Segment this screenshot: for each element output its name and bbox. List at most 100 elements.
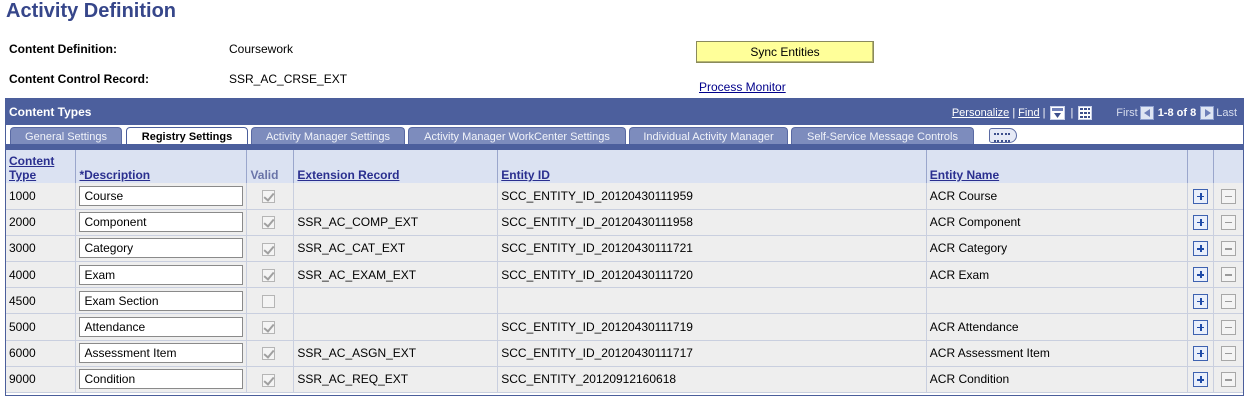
valid-checkbox[interactable] xyxy=(262,295,276,308)
description-input[interactable] xyxy=(79,317,244,338)
process-monitor-link[interactable]: Process Monitor xyxy=(699,80,786,94)
tab-registry-settings[interactable]: Registry Settings xyxy=(126,127,248,145)
description-cell xyxy=(75,209,248,236)
add-row-cell xyxy=(1187,183,1215,210)
entity-id-cell: SCC_ENTITY_ID_20120430111717 xyxy=(497,340,927,367)
minus-icon[interactable] xyxy=(1221,372,1237,388)
description-input[interactable] xyxy=(79,212,244,233)
grid-title: Content Types xyxy=(9,105,92,119)
minus-icon[interactable] xyxy=(1221,188,1237,204)
personalize-link[interactable]: Personalize xyxy=(952,107,1009,119)
tab-self-service-message-controls[interactable]: Self-Service Message Controls xyxy=(791,127,974,145)
description-input[interactable] xyxy=(79,264,244,285)
table-row: 1000 SCC_ENTITY_ID_20120430111959ACR Cour… xyxy=(6,183,1243,210)
valid-checkbox[interactable] xyxy=(262,216,276,230)
minus-icon[interactable] xyxy=(1221,319,1237,335)
plus-icon[interactable] xyxy=(1193,372,1208,388)
valid-checkbox[interactable] xyxy=(262,268,276,282)
arrow-left-icon[interactable] xyxy=(1139,106,1154,120)
find-link[interactable]: Find xyxy=(1018,107,1039,119)
table-row: 4500 xyxy=(6,287,1243,315)
delete-row-cell xyxy=(1213,261,1243,289)
nav-separator: | xyxy=(1042,107,1046,119)
entity-name-cell: ACR Component xyxy=(926,209,1188,236)
add-row-cell xyxy=(1187,209,1215,236)
delete-row-cell xyxy=(1213,209,1243,236)
content-type-cell: 5000 xyxy=(6,313,77,341)
extension-record-cell: SSR_AC_EXAM_EXT xyxy=(293,261,499,289)
column-header-description[interactable]: *Description xyxy=(75,150,248,183)
plus-icon[interactable] xyxy=(1193,214,1208,230)
column-header-valid: Valid xyxy=(246,150,295,183)
entity-id-cell: SCC_ENTITY_ID_20120430111720 xyxy=(497,261,927,289)
minus-icon[interactable] xyxy=(1221,214,1237,230)
minus-icon[interactable] xyxy=(1221,241,1237,257)
row-range: 1-8 of 8 xyxy=(1157,107,1197,119)
valid-checkbox[interactable] xyxy=(262,373,276,387)
description-input[interactable] xyxy=(79,185,244,206)
description-cell xyxy=(75,235,248,263)
table-row: 6000 SSR_AC_ASGN_EXTSCC_ENTITY_ID_2012043… xyxy=(6,340,1243,367)
add-row-cell xyxy=(1187,287,1215,315)
expand-tabs-icon[interactable] xyxy=(989,128,1017,143)
entity-id-cell: SCC_ENTITY_ID_20120430111719 xyxy=(497,313,927,341)
minus-icon[interactable] xyxy=(1221,345,1237,361)
content-definition-value: Coursework xyxy=(229,42,294,56)
tab-individual-activity-manager[interactable]: Individual Activity Manager xyxy=(629,127,788,145)
minus-icon[interactable] xyxy=(1221,267,1237,283)
table-row: 4000 SSR_AC_EXAM_EXTSCC_ENTITY_ID_2012043… xyxy=(6,261,1243,289)
table-row: 9000 SSR_AC_REQ_EXTSCC_ENTITY_20120912160… xyxy=(6,366,1243,394)
plus-icon[interactable] xyxy=(1193,188,1208,204)
plus-icon[interactable] xyxy=(1193,319,1208,335)
plus-icon[interactable] xyxy=(1193,293,1208,309)
description-input[interactable] xyxy=(79,238,244,259)
nav-separator: | xyxy=(1070,107,1074,119)
tab-general-settings[interactable]: General Settings xyxy=(10,127,122,145)
entity-id-cell: SCC_ENTITY_ID_20120430111721 xyxy=(497,235,927,263)
extension-record-cell xyxy=(293,287,499,315)
minus-icon[interactable] xyxy=(1221,293,1237,309)
grid-view-icon[interactable] xyxy=(1078,106,1093,120)
description-input[interactable] xyxy=(79,290,244,311)
description-input[interactable] xyxy=(79,343,244,364)
valid-cell xyxy=(246,287,295,315)
column-header-content-type-line1: Content xyxy=(9,154,55,168)
delete-row-cell xyxy=(1213,183,1243,210)
plus-icon[interactable] xyxy=(1193,241,1208,257)
column-header-extension-record[interactable]: Extension Record xyxy=(293,150,499,183)
valid-checkbox[interactable] xyxy=(262,321,276,335)
column-header-entity-id[interactable]: Entity ID xyxy=(497,150,927,183)
add-row-cell xyxy=(1187,313,1215,341)
column-header-content-type[interactable]: Content Type xyxy=(6,150,77,183)
extension-record-cell: SSR_AC_ASGN_EXT xyxy=(293,340,499,367)
sync-entities-button[interactable]: Sync Entities xyxy=(696,41,874,63)
valid-cell xyxy=(246,235,295,263)
valid-checkbox[interactable] xyxy=(262,190,276,203)
entity-name-cell: ACR Exam xyxy=(926,261,1188,289)
valid-cell xyxy=(246,340,295,367)
description-input[interactable] xyxy=(79,369,244,390)
extension-record-cell: SSR_AC_CAT_EXT xyxy=(293,235,499,263)
valid-checkbox[interactable] xyxy=(262,347,276,361)
valid-checkbox[interactable] xyxy=(262,242,276,256)
delete-row-cell xyxy=(1213,235,1243,263)
description-cell xyxy=(75,366,248,394)
extension-record-cell: SSR_AC_COMP_EXT xyxy=(293,209,499,236)
add-row-cell xyxy=(1187,235,1215,263)
entity-id-cell xyxy=(497,287,927,315)
delete-row-cell xyxy=(1213,340,1243,367)
description-cell xyxy=(75,183,248,210)
delete-row-cell xyxy=(1213,366,1243,394)
entity-name-cell: ACR Condition xyxy=(926,366,1188,394)
extension-record-cell xyxy=(293,183,499,210)
content-type-cell: 1000 xyxy=(6,183,77,210)
column-header-entity-name[interactable]: Entity Name xyxy=(926,150,1188,183)
plus-icon[interactable] xyxy=(1193,267,1208,283)
tab-activity-manager-settings[interactable]: Activity Manager Settings xyxy=(251,127,405,145)
plus-icon[interactable] xyxy=(1193,345,1208,361)
tab-activity-manager-workcenter-settings[interactable]: Activity Manager WorkCenter Settings xyxy=(408,127,626,145)
description-cell xyxy=(75,313,248,341)
column-header-delete xyxy=(1213,150,1243,183)
arrow-right-icon[interactable] xyxy=(1200,106,1215,120)
download-icon[interactable] xyxy=(1050,106,1066,120)
